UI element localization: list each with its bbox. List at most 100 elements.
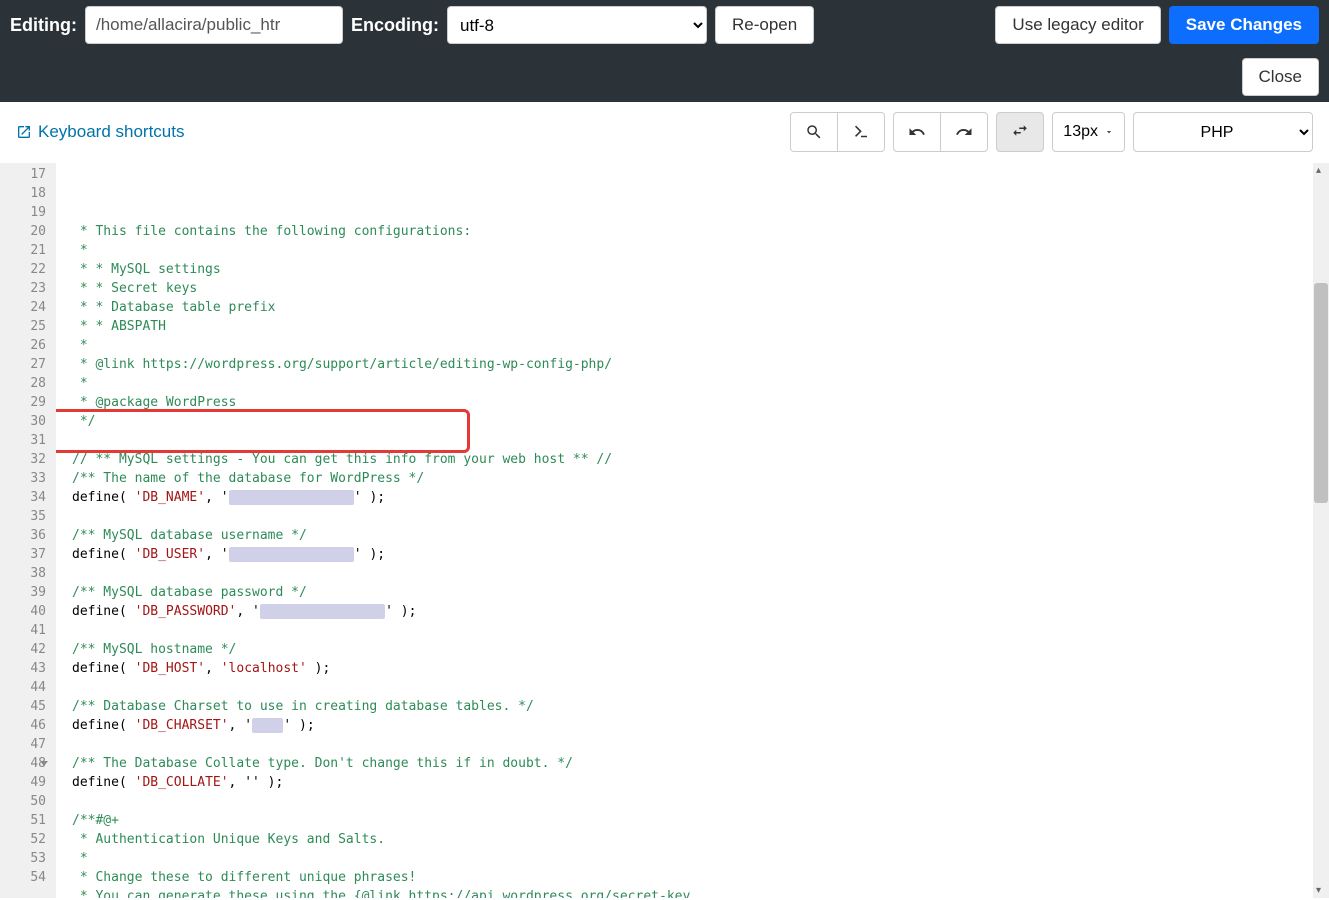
code-area[interactable]: * This file contains the following confi… [56, 163, 1313, 898]
editing-label: Editing: [10, 15, 77, 36]
scrollbar-thumb[interactable] [1314, 283, 1328, 503]
code-line[interactable]: * @package WordPress [72, 393, 1309, 412]
line-number: 37 [6, 545, 46, 564]
line-number: 21 [6, 241, 46, 260]
line-number: 18 [6, 184, 46, 203]
legacy-editor-button[interactable]: Use legacy editor [995, 6, 1160, 44]
line-number: 34 [6, 488, 46, 507]
code-line[interactable]: /** Database Charset to use in creating … [72, 697, 1309, 716]
undo-button[interactable] [893, 112, 941, 152]
encoding-label: Encoding: [351, 15, 439, 36]
line-number-gutter: 1718192021222324252627282930313233343536… [0, 163, 56, 898]
scroll-down-icon: ▾ [1316, 885, 1321, 896]
code-line[interactable]: /** MySQL hostname */ [72, 640, 1309, 659]
code-line[interactable]: define( 'DB_HOST', 'localhost' ); [72, 659, 1309, 678]
search-icon [805, 123, 823, 141]
code-line[interactable]: define( 'DB_USER', ' ' ); [72, 545, 1309, 564]
code-line[interactable]: /** The Database Collate type. Don't cha… [72, 754, 1309, 773]
terminal-icon [852, 123, 870, 141]
code-line[interactable]: * Authentication Unique Keys and Salts. [72, 830, 1309, 849]
font-size-select[interactable]: 13px [1052, 112, 1125, 152]
line-number: 23 [6, 279, 46, 298]
line-number: 45 [6, 697, 46, 716]
code-line[interactable]: * Change these to different unique phras… [72, 868, 1309, 887]
code-line[interactable]: * @link https://wordpress.org/support/ar… [72, 355, 1309, 374]
code-line[interactable] [72, 792, 1309, 811]
line-number: 41 [6, 621, 46, 640]
search-button[interactable] [790, 112, 838, 152]
code-line[interactable] [72, 431, 1309, 450]
line-number: 27 [6, 355, 46, 374]
arrows-horizontal-icon [1011, 123, 1029, 141]
font-size-value: 13px [1063, 123, 1098, 141]
code-line[interactable]: * This file contains the following confi… [72, 222, 1309, 241]
redo-icon [955, 123, 973, 141]
line-number: 42 [6, 640, 46, 659]
code-line[interactable] [72, 678, 1309, 697]
reopen-button[interactable]: Re-open [715, 6, 814, 44]
line-number: 38 [6, 564, 46, 583]
code-line[interactable] [72, 507, 1309, 526]
scroll-up-icon: ▴ [1316, 165, 1321, 176]
code-line[interactable]: * [72, 336, 1309, 355]
code-line[interactable] [72, 735, 1309, 754]
line-number: 17 [6, 165, 46, 184]
code-line[interactable]: * [72, 241, 1309, 260]
code-line[interactable]: define( 'DB_COLLATE', '' ); [72, 773, 1309, 792]
vertical-scrollbar[interactable]: ▴ ▾ [1313, 163, 1329, 898]
line-number: 28 [6, 374, 46, 393]
header-toolbar: Editing: Encoding: utf-8 Re-open Use leg… [0, 0, 1329, 102]
code-line[interactable]: // ** MySQL settings - You can get this … [72, 450, 1309, 469]
code-line[interactable]: define( 'DB_NAME', ' ' ); [72, 488, 1309, 507]
code-line[interactable]: define( 'DB_CHARSET', ' ' ); [72, 716, 1309, 735]
line-number: 26 [6, 336, 46, 355]
language-select[interactable]: PHP [1133, 112, 1313, 152]
wrap-toggle-button[interactable] [996, 112, 1044, 152]
line-number: 49 [6, 773, 46, 792]
line-number: 33 [6, 469, 46, 488]
code-line[interactable]: /** The name of the database for WordPre… [72, 469, 1309, 488]
line-number: 36 [6, 526, 46, 545]
code-line[interactable]: * [72, 374, 1309, 393]
code-line[interactable]: * * ABSPATH [72, 317, 1309, 336]
code-line[interactable]: /**#@+ [72, 811, 1309, 830]
line-number: 47 [6, 735, 46, 754]
code-line[interactable]: /** MySQL database password */ [72, 583, 1309, 602]
code-line[interactable]: /** MySQL database username */ [72, 526, 1309, 545]
close-button[interactable]: Close [1242, 58, 1319, 96]
save-changes-button[interactable]: Save Changes [1169, 6, 1319, 44]
keyboard-shortcuts-link[interactable]: Keyboard shortcuts [16, 122, 184, 142]
code-line[interactable] [72, 564, 1309, 583]
line-number: 44 [6, 678, 46, 697]
code-line[interactable]: * You can generate these using the {@lin… [72, 887, 1309, 898]
line-number: 40 [6, 602, 46, 621]
code-line[interactable]: * * Database table prefix [72, 298, 1309, 317]
line-number: 20 [6, 222, 46, 241]
code-line[interactable] [72, 621, 1309, 640]
chevron-down-icon [1104, 127, 1114, 137]
line-number: 39 [6, 583, 46, 602]
code-line[interactable]: define( 'DB_PASSWORD', ' ' ); [72, 602, 1309, 621]
code-line[interactable]: */ [72, 412, 1309, 431]
file-path-input[interactable] [85, 6, 343, 44]
line-number: 35 [6, 507, 46, 526]
encoding-select[interactable]: utf-8 [447, 6, 707, 44]
terminal-button[interactable] [837, 112, 885, 152]
line-number: 51 [6, 811, 46, 830]
line-number: 19 [6, 203, 46, 222]
line-number: 46 [6, 716, 46, 735]
line-number: 53 [6, 849, 46, 868]
keyboard-shortcuts-label: Keyboard shortcuts [38, 122, 184, 142]
line-number: 54 [6, 868, 46, 887]
external-link-icon [16, 124, 32, 140]
line-number: 43 [6, 659, 46, 678]
redo-button[interactable] [940, 112, 988, 152]
code-line[interactable]: * * Secret keys [72, 279, 1309, 298]
code-line[interactable]: * * MySQL settings [72, 260, 1309, 279]
line-number: 25 [6, 317, 46, 336]
code-line[interactable]: * [72, 849, 1309, 868]
line-number: 50 [6, 792, 46, 811]
code-editor[interactable]: 1718192021222324252627282930313233343536… [0, 163, 1329, 898]
line-number: 32 [6, 450, 46, 469]
line-number: 29 [6, 393, 46, 412]
